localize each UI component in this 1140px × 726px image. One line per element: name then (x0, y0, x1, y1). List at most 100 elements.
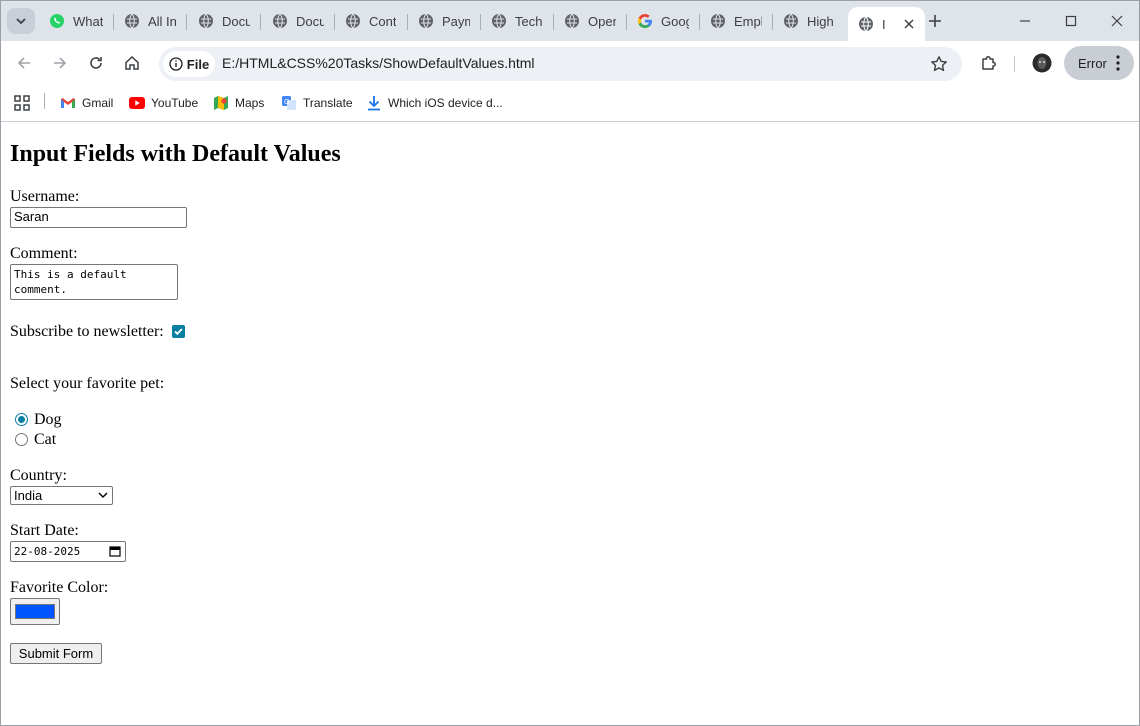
tab-high[interactable]: High (783, 7, 835, 35)
home-icon (125, 55, 139, 70)
bookmarks-separator (44, 93, 45, 109)
apps-button[interactable] (14, 93, 30, 113)
new-tab-button[interactable] (923, 10, 947, 32)
bookmark-maps[interactable]: Maps (213, 93, 264, 113)
start-date-input[interactable]: 22-08-2025 (10, 541, 126, 562)
globe-icon (491, 13, 507, 29)
maps-icon (213, 95, 229, 111)
calendar-icon[interactable] (109, 545, 121, 557)
close-tab-button[interactable] (901, 16, 917, 32)
info-icon (169, 57, 183, 71)
country-select[interactable]: India (10, 486, 113, 505)
tab-empl[interactable]: Empl (710, 7, 762, 35)
globe-icon (858, 16, 874, 32)
apps-grid-icon (14, 95, 30, 111)
avatar-icon (1032, 53, 1052, 73)
favorite-color-picker[interactable] (10, 598, 60, 625)
site-chip-label: File (186, 56, 210, 72)
minimize-button[interactable] (1012, 9, 1038, 33)
country-select-value: India (14, 488, 43, 503)
pet-label: Select your favorite pet: (10, 375, 165, 392)
back-button[interactable] (12, 51, 36, 75)
tab-label: Empl (734, 13, 762, 29)
bookmark-ios-device[interactable]: Which iOS device d... (366, 93, 503, 113)
tab-separator (260, 14, 261, 30)
arrow-right-icon (54, 57, 67, 69)
profile-avatar[interactable] (1032, 53, 1052, 73)
tab-search-button[interactable] (7, 8, 35, 34)
pet-option-label: Cat (34, 431, 57, 448)
whatsapp-icon (49, 13, 65, 29)
translate-icon: G (281, 95, 297, 111)
pet-radio-cat[interactable] (15, 433, 28, 446)
tab-separator (113, 14, 114, 30)
svg-text:G: G (284, 98, 289, 106)
address-bar[interactable]: File E:/HTML&CSS%20Tasks/ShowDefaultValu… (159, 47, 962, 81)
browser-toolbar: File E:/HTML&CSS%20Tasks/ShowDefaultValu… (1, 41, 1139, 85)
bookmark-label: Translate (303, 96, 353, 110)
tab-separator (186, 14, 187, 30)
tab-label: Paym (442, 13, 470, 29)
reload-icon (90, 57, 102, 69)
favorite-color-label: Favorite Color: (10, 579, 109, 596)
tab-separator (480, 14, 481, 30)
tab-separator (626, 14, 627, 30)
start-date-value: 22-08-2025 (14, 545, 81, 558)
comment-textarea[interactable]: This is a default comment. (10, 264, 178, 300)
tab-separator (407, 14, 408, 30)
tab-paym[interactable]: Paym (418, 7, 470, 35)
username-input[interactable]: Saran (10, 207, 187, 228)
bookmark-label: Gmail (82, 96, 114, 110)
tab-label: Goog (661, 13, 689, 29)
start-date-label: Start Date: (10, 522, 79, 539)
tab-active[interactable]: I (848, 7, 925, 41)
bookmark-star-icon[interactable] (930, 55, 948, 73)
forward-button[interactable] (48, 51, 72, 75)
site-info-chip[interactable]: File (163, 51, 215, 77)
username-label: Username: (10, 188, 80, 205)
reload-button[interactable] (84, 51, 108, 75)
home-button[interactable] (120, 51, 144, 75)
google-icon (637, 13, 653, 29)
tab-cont[interactable]: Cont (345, 7, 397, 35)
globe-icon (124, 13, 140, 29)
newsletter-checkbox[interactable] (172, 325, 185, 338)
pet-radio-dog[interactable] (15, 413, 28, 426)
globe-icon (418, 13, 434, 29)
plus-icon (929, 15, 941, 27)
extensions-button[interactable] (979, 53, 999, 73)
globe-icon (198, 13, 214, 29)
tab-separator (699, 14, 700, 30)
globe-icon (783, 13, 799, 29)
maximize-button[interactable] (1058, 9, 1084, 33)
bookmark-gmail[interactable]: Gmail (60, 93, 113, 113)
tab-google[interactable]: Goog (637, 7, 689, 35)
bookmark-youtube[interactable]: YouTube (129, 93, 198, 113)
checkmark-icon (174, 328, 183, 336)
page-title: Input Fields with Default Values (10, 141, 341, 167)
kebab-menu-icon (1116, 55, 1120, 71)
submit-form-button[interactable]: Submit Form (10, 643, 102, 664)
tab-strip: What All In Docu Docu Cont Paym (1, 1, 1139, 41)
close-window-button[interactable] (1104, 9, 1130, 33)
chevron-down-icon (16, 18, 26, 25)
tab-label: I (882, 16, 886, 32)
tab-separator (553, 14, 554, 30)
profile-error-button[interactable]: Error (1064, 46, 1134, 80)
browser-window: What All In Docu Docu Cont Paym (0, 0, 1140, 726)
url-text[interactable]: E:/HTML&CSS%20Tasks/ShowDefaultValues.ht… (222, 55, 535, 71)
tab-oper[interactable]: Oper (564, 7, 616, 35)
tab-tech[interactable]: Tech (491, 7, 543, 35)
download-icon (366, 95, 382, 111)
tab-docu-2[interactable]: Docu (272, 7, 324, 35)
tab-separator (772, 14, 773, 30)
tab-docu-1[interactable]: Docu (198, 7, 250, 35)
maximize-icon (1065, 15, 1077, 27)
tab-label: Cont (369, 13, 397, 29)
tab-label: Oper (588, 13, 616, 29)
tab-label: High (807, 13, 834, 29)
comment-label: Comment: (10, 245, 78, 262)
tab-whatsapp[interactable]: What (49, 7, 105, 35)
tab-all-in[interactable]: All In (124, 7, 176, 35)
bookmark-translate[interactable]: G Translate (281, 93, 353, 113)
